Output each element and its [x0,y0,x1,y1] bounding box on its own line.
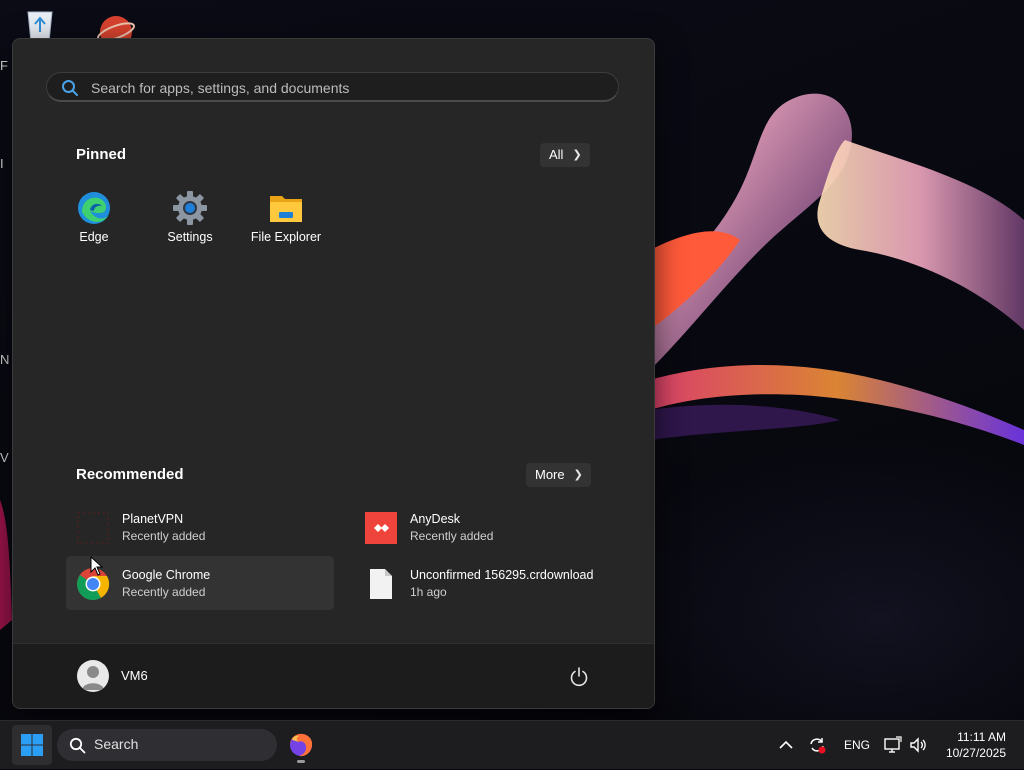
recommended-item-google-chrome[interactable]: Google Chrome Recently added [66,556,334,610]
pinned-app-file-explorer[interactable]: File Explorer [241,176,331,246]
anydesk-icon [365,512,397,544]
pinned-title: Pinned [76,146,127,163]
recommended-item-subtitle: Recently added [122,529,206,543]
planetvpn-icon [77,512,109,544]
taskbar: Search ENG 11:11 AM 10/27/2025 [0,720,1024,769]
windows-logo-icon [21,734,43,756]
settings-gear-icon [173,191,207,225]
search-icon [62,80,78,96]
pinned-app-settings[interactable]: Settings [145,176,235,246]
start-search-input[interactable] [89,77,593,99]
chevron-right-icon: ❯ [572,149,582,161]
user-avatar-icon [82,666,104,690]
all-apps-button[interactable]: All ❯ [540,143,590,167]
chevron-up-icon[interactable] [776,735,796,755]
recommended-item-name: Google Chrome [122,568,211,582]
recommended-title: Recommended [76,466,184,483]
recommended-item-planetvpn[interactable]: PlanetVPN Recently added [66,500,334,554]
recommended-item-subtitle: Recently added [410,529,494,543]
recommended-item-name: Unconfirmed 156295.crdownload [410,568,594,582]
taskbar-clock[interactable]: 11:11 AM 10/27/2025 [946,729,1006,761]
more-label: More [535,467,565,482]
input-language-indicator[interactable]: ENG [844,738,870,752]
taskbar-search[interactable]: Search [57,729,277,761]
user-avatar[interactable] [77,660,109,692]
chevron-right-icon: ❯ [573,469,583,481]
pinned-app-label: Edge [79,230,109,244]
user-name[interactable]: VM6 [121,668,148,683]
file-icon [370,569,392,599]
running-indicator [297,760,305,763]
folder-icon [270,196,302,222]
pinned-app-label: File Explorer [250,230,322,244]
recommended-item-subtitle: Recently added [122,585,206,599]
clock-time: 11:11 AM [957,730,1006,744]
taskbar-app-firefox[interactable] [283,727,319,763]
firefox-icon [290,733,313,757]
start-button[interactable] [12,725,52,765]
mouse-cursor-icon [90,556,104,576]
start-search-box[interactable] [46,72,619,102]
recommended-item-subtitle: 1h ago [410,585,447,599]
recommended-item-name: AnyDesk [410,512,461,526]
recommended-item-crdownload-file[interactable]: Unconfirmed 156295.crdownload 1h ago [354,556,622,610]
start-menu-footer: VM6 [13,643,654,708]
search-icon [69,737,86,754]
pinned-app-edge[interactable]: Edge [49,176,139,246]
recommended-item-anydesk[interactable]: AnyDesk Recently added [354,500,622,554]
pinned-app-label: Settings [167,230,213,244]
power-icon[interactable] [568,666,590,688]
more-button[interactable]: More ❯ [526,463,591,487]
taskbar-search-label: Search [94,736,139,752]
volume-icon[interactable] [908,735,928,755]
start-menu: Pinned All ❯ Edge S [12,38,655,709]
clock-date: 10/27/2025 [945,746,1006,760]
edge-icon [78,192,110,224]
recommended-item-name: PlanetVPN [122,512,184,526]
network-monitor-icon[interactable] [883,735,903,755]
sync-status-icon[interactable] [807,735,827,755]
all-apps-label: All [549,147,564,162]
